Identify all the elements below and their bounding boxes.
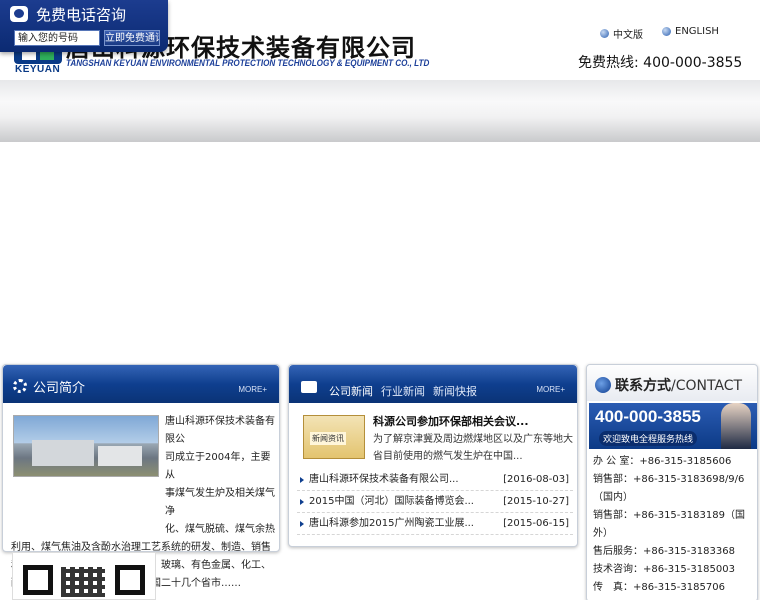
globe-icon xyxy=(662,27,671,36)
news-icon xyxy=(301,381,317,393)
news-item[interactable]: 2015中国（河北）国际装备博览会... [2015-10-27] xyxy=(297,491,573,513)
call-now-button[interactable]: 立即免费通话 xyxy=(104,30,160,46)
news-item-date: [2015-06-15] xyxy=(503,518,569,529)
globe-icon xyxy=(600,29,609,38)
news-item-title: 唐山科源环保技术装备有限公司... xyxy=(309,474,459,485)
contact-title-en: /CONTACT xyxy=(671,378,743,394)
hotline-banner: 400-000-3855 欢迎致电全程服务热线 xyxy=(589,403,757,449)
about-line: 事煤气发生炉及相关煤气净 xyxy=(165,488,275,517)
logo-text: KEYUAN xyxy=(15,64,61,75)
tab-company-news[interactable]: 公司新闻 xyxy=(329,383,373,399)
lang-cn-link[interactable]: 中文版 xyxy=(600,26,643,41)
bullet-icon xyxy=(300,521,304,527)
news-more-link[interactable]: MORE+ xyxy=(536,385,565,394)
news-list: 唐山科源环保技术装备有限公司... [2016-08-03] 2015中国（河北… xyxy=(297,469,573,535)
contact-icon xyxy=(595,377,611,393)
contact-line: 售后服务：+86-315-3183368 xyxy=(593,546,735,557)
contact-lines: 办 公 室：+86-315-3185606 销售部：+86-315-318369… xyxy=(593,453,755,597)
banner-number: 400-000-3855 xyxy=(595,407,701,426)
tab-industry-news[interactable]: 行业新闻 xyxy=(381,383,425,399)
news-item-title: 2015中国（河北）国际装备博览会... xyxy=(309,496,474,507)
contact-line: 技术咨询：+86-315-3185003 xyxy=(593,564,735,575)
news-feature-image[interactable]: 新闻资讯 xyxy=(303,415,365,459)
bullet-icon xyxy=(300,499,304,505)
service-agent-image xyxy=(721,403,751,449)
news-item-date: [2016-08-03] xyxy=(503,474,569,485)
qr-code xyxy=(12,552,156,600)
news-tabs: 公司新闻 行业新闻 新闻快报 xyxy=(329,383,477,399)
phone-icon xyxy=(10,6,28,22)
about-panel: 公司简介 MORE+ 唐山科源环保技术装备有限公 司成立于2004年，主要从 事… xyxy=(2,364,280,589)
contact-panel: 联系方式/CONTACT 400-000-3855 欢迎致电全程服务热线 办 公… xyxy=(586,364,758,600)
gear-icon xyxy=(13,379,27,393)
contact-header: 联系方式/CONTACT xyxy=(587,365,757,401)
about-header: 公司简介 MORE+ xyxy=(3,365,279,403)
news-item-date: [2015-10-27] xyxy=(503,496,569,507)
news-panel: 公司新闻 行业新闻 新闻快报 MORE+ 新闻资讯 科源公司参加环保部相关会议.… xyxy=(288,364,578,547)
news-item[interactable]: 唐山科源参加2015广州陶瓷工业展... [2015-06-15] xyxy=(297,513,573,535)
news-feature-title[interactable]: 科源公司参加环保部相关会议... xyxy=(373,413,529,429)
contact-title-cn: 联系方式 xyxy=(615,378,671,394)
news-feature-text: 为了解京津冀及周边燃煤地区以及广东等地大省目前使用的燃气发生炉在中国... xyxy=(373,434,573,462)
company-name-en: TANGSHAN KEYUAN ENVIRONMENTAL PROTECTION… xyxy=(66,58,430,68)
lang-en-label: ENGLISH xyxy=(675,26,719,37)
contact-line: 销售部：+86-315-3183698/9/6（国内） xyxy=(593,474,745,503)
header-hotline: 免费热线: 400-000-3855 xyxy=(578,55,743,71)
free-call-widget: 免费电话咨询 输入您的号码 立即免费通话 xyxy=(0,0,168,52)
phone-number-input[interactable]: 输入您的号码 xyxy=(14,30,100,46)
about-more-link[interactable]: MORE+ xyxy=(238,385,267,394)
news-feature-image-label: 新闻资讯 xyxy=(310,432,346,445)
tab-news-flash[interactable]: 新闻快报 xyxy=(433,383,477,399)
contact-line: 传 真：+86-315-3185706 xyxy=(593,582,725,593)
news-header: 公司新闻 行业新闻 新闻快报 MORE+ xyxy=(289,365,577,403)
banner-subtitle: 欢迎致电全程服务热线 xyxy=(599,431,698,446)
call-widget-title: 免费电话咨询 xyxy=(36,6,127,24)
about-line: 唐山科源环保技术装备有限公 xyxy=(165,416,275,445)
about-line: 司成立于2004年，主要从 xyxy=(165,452,271,481)
bullet-icon xyxy=(300,477,304,483)
news-item[interactable]: 唐山科源环保技术装备有限公司... [2016-08-03] xyxy=(297,469,573,491)
about-title: 公司简介 xyxy=(33,381,86,396)
contact-title: 联系方式/CONTACT xyxy=(615,375,742,395)
about-line: 化、煤气脱硫、煤气余热 xyxy=(165,524,275,535)
news-item-title: 唐山科源参加2015广州陶瓷工业展... xyxy=(309,518,474,529)
lang-cn-label: 中文版 xyxy=(613,30,643,41)
contact-line: 办 公 室：+86-315-3185606 xyxy=(593,456,732,467)
contact-line: 销售部：+86-315-3183189（国外） xyxy=(593,510,745,539)
lang-en-link[interactable]: ENGLISH xyxy=(662,26,719,37)
nav-band xyxy=(0,80,760,142)
